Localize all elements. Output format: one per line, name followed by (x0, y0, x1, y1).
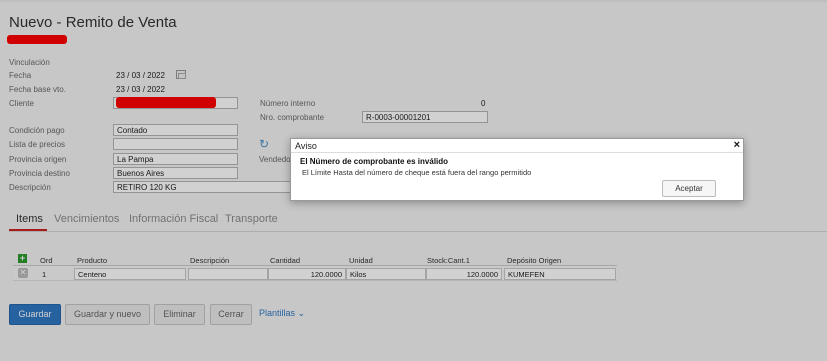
aviso-dialog: Aviso × El Número de comprobante es invá… (290, 138, 744, 201)
dialog-header: Aviso × (291, 139, 743, 153)
close-icon[interactable]: × (734, 139, 740, 151)
dialog-title: Aviso (295, 141, 317, 151)
aceptar-button[interactable]: Aceptar (662, 180, 716, 197)
dialog-heading: El Número de comprobante es inválido (300, 157, 449, 166)
dialog-message: El Límite Hasta del número de cheque est… (302, 168, 532, 177)
